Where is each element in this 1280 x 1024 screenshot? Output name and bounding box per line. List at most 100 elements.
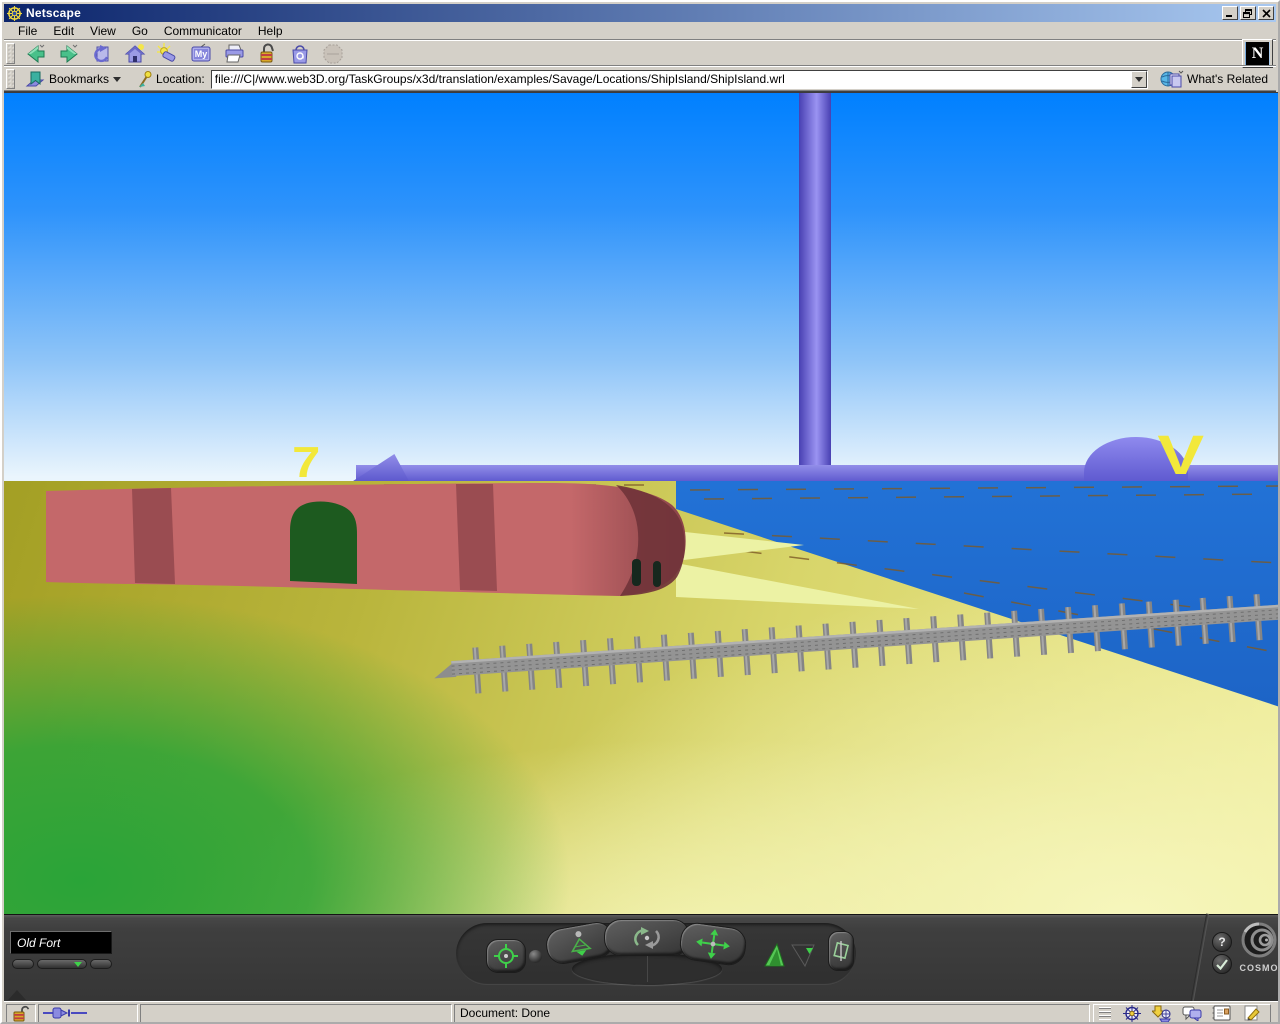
- title-bar[interactable]: Netscape: [4, 4, 1276, 22]
- undo-move-button[interactable]: [760, 941, 788, 972]
- lock-open-icon: [12, 1005, 30, 1022]
- status-text: Document: Done: [460, 1006, 550, 1020]
- restore-button[interactable]: [1240, 6, 1256, 20]
- redo-move-button[interactable]: [788, 941, 816, 972]
- address-book-button[interactable]: [1207, 1005, 1237, 1022]
- print-icon: [223, 43, 245, 65]
- back-button[interactable]: [21, 42, 51, 66]
- composer-button[interactable]: [1237, 1005, 1267, 1022]
- fort: [46, 483, 686, 596]
- bookmarks-caret-icon: [113, 77, 121, 82]
- connection-status[interactable]: [38, 1004, 138, 1023]
- address-book-icon: [1212, 1005, 1232, 1021]
- location-toolbar: Bookmarks Location: What's Related: [4, 67, 1276, 91]
- inbox-button[interactable]: [1147, 1005, 1177, 1022]
- home-button[interactable]: [120, 42, 150, 66]
- menu-communicator[interactable]: Communicator: [156, 23, 250, 39]
- menu-view[interactable]: View: [82, 23, 124, 39]
- confirm-button[interactable]: [1212, 954, 1232, 974]
- straighten-button[interactable]: [828, 931, 854, 971]
- search-button[interactable]: [153, 42, 183, 66]
- menu-file[interactable]: File: [10, 23, 45, 39]
- rotate-button[interactable]: [604, 919, 690, 956]
- vrml-viewport[interactable]: 7 V: [4, 92, 1280, 914]
- security-button[interactable]: [252, 42, 282, 66]
- url-field-frame: [211, 70, 1148, 89]
- scene-geometry: [4, 93, 1280, 914]
- tilt-gravity-icon: [561, 927, 599, 959]
- home-icon: [124, 43, 146, 65]
- forward-icon: [58, 43, 80, 65]
- close-button[interactable]: [1258, 6, 1274, 20]
- stop-button[interactable]: [318, 42, 348, 66]
- viewpoint-next-button[interactable]: [90, 959, 112, 969]
- cosmo-dashboard: Old Fort: [4, 914, 1280, 1001]
- security-status[interactable]: [6, 1004, 36, 1023]
- component-bar: [1093, 1004, 1271, 1023]
- netscape-throbber[interactable]: N: [1242, 39, 1273, 68]
- back-icon: [25, 43, 47, 65]
- straighten-icon: [832, 937, 850, 965]
- netscape-helm-icon: [7, 6, 22, 21]
- navigation-toolbar: My: [4, 41, 1276, 66]
- security-lock-icon: [256, 43, 278, 65]
- menu-go[interactable]: Go: [124, 23, 156, 39]
- seek-button[interactable]: [486, 939, 526, 973]
- cosmo-spiral-icon: [1238, 920, 1280, 962]
- netscape-window: Netscape File Edit View Go Communicator: [0, 0, 1280, 1024]
- location-label: Location:: [156, 72, 205, 86]
- url-dropdown-caret-icon: [1135, 77, 1143, 82]
- viewpoint-name: Old Fort: [17, 936, 60, 950]
- toolbar-grip[interactable]: [6, 43, 15, 65]
- shop-bag-icon: [289, 43, 311, 65]
- minimize-button[interactable]: [1222, 6, 1238, 20]
- help-button[interactable]: ?: [1212, 932, 1232, 952]
- my-netscape-button[interactable]: My: [186, 42, 216, 66]
- close-icon: [1262, 9, 1271, 18]
- pier: [432, 592, 1280, 696]
- viewpoint-prev-button[interactable]: [12, 959, 34, 969]
- print-button[interactable]: [219, 42, 249, 66]
- viewpoint-nav: [12, 959, 112, 969]
- cosmo-brand: COSMO: [1239, 963, 1278, 973]
- window-title: Netscape: [26, 6, 81, 20]
- netscape-n-logo: N: [1245, 42, 1270, 65]
- bookmarks-button[interactable]: Bookmarks: [21, 69, 127, 90]
- dashboard-ball: [529, 950, 542, 963]
- inbox-icon: [1152, 1005, 1172, 1022]
- url-dropdown-button[interactable]: [1131, 71, 1147, 88]
- menu-help[interactable]: Help: [250, 23, 291, 39]
- dashboard-divider: [1190, 913, 1209, 1006]
- location-icon[interactable]: [137, 71, 152, 88]
- url-input[interactable]: [212, 71, 1131, 88]
- discussions-button[interactable]: [1177, 1005, 1207, 1022]
- whats-related-button[interactable]: What's Related: [1154, 68, 1274, 90]
- minimize-icon: [1225, 9, 1235, 18]
- redo-triangle-icon: [788, 941, 816, 969]
- viewpoint-list-caret-icon: [74, 962, 82, 967]
- reload-button[interactable]: [87, 42, 117, 66]
- composer-icon: [1243, 1005, 1261, 1021]
- whats-related-icon: [1160, 70, 1184, 88]
- menu-bar: File Edit View Go Communicator Help: [4, 22, 1276, 39]
- viewpoint-list-button[interactable]: [37, 959, 87, 969]
- bookmarks-label: Bookmarks: [49, 72, 109, 86]
- window-controls: [1222, 6, 1274, 20]
- component-bar-grip[interactable]: [1099, 1007, 1111, 1020]
- locbar-grip[interactable]: [6, 69, 15, 90]
- dashboard-collapse-button[interactable]: [8, 990, 26, 1000]
- my-netscape-icon: My: [190, 43, 212, 65]
- navigator-button[interactable]: [1117, 1005, 1147, 1022]
- viewpoint-display: Old Fort: [10, 931, 112, 954]
- pan-icon: [694, 927, 732, 961]
- rotate-icon: [624, 925, 670, 951]
- reload-icon: [91, 43, 113, 65]
- plug-icon: [43, 1005, 89, 1021]
- cosmo-logo[interactable]: COSMO: [1236, 920, 1280, 990]
- forward-button[interactable]: [54, 42, 84, 66]
- status-bar: Document: Done: [4, 1001, 1280, 1024]
- menu-edit[interactable]: Edit: [45, 23, 82, 39]
- shop-button[interactable]: [285, 42, 315, 66]
- help-label: ?: [1218, 935, 1225, 949]
- seek-crosshair-icon: [493, 943, 519, 969]
